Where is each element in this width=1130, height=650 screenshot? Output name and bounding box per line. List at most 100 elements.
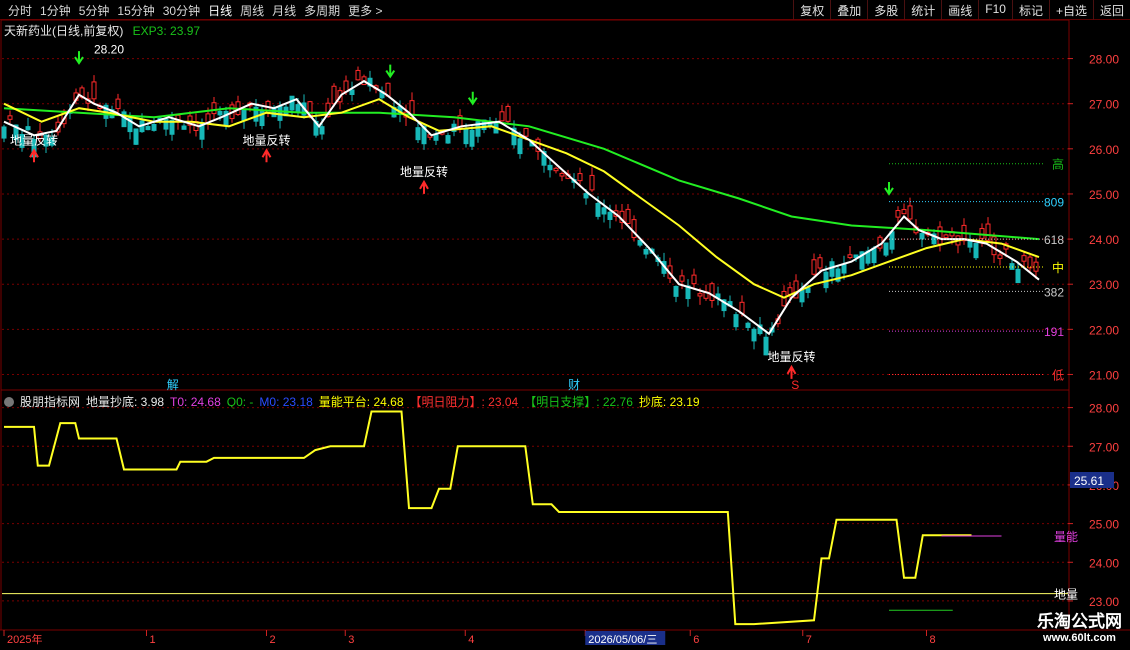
candle-body (907, 205, 913, 220)
candle-body (595, 202, 601, 217)
fib-label-1: 809 (1044, 196, 1064, 210)
candle-body (901, 209, 907, 215)
candle-body (625, 208, 631, 224)
candle-body (1, 126, 7, 139)
candle-body (673, 285, 679, 297)
candle-body (829, 261, 835, 277)
candle-body (7, 115, 13, 120)
fib-label-0: 高 (1052, 157, 1064, 172)
candle-body (985, 223, 991, 241)
candle-body (133, 128, 139, 145)
candle-body (559, 173, 565, 177)
fib-label-6: 低 (1052, 368, 1064, 382)
fib-label-2: 618 (1044, 233, 1064, 247)
candle-body (1021, 255, 1027, 262)
candle-body (583, 193, 589, 199)
candle-body (883, 242, 889, 256)
reversal-label-3: 地量反转 (767, 349, 815, 364)
candle-body (751, 328, 757, 342)
cursor-value: 25.61 (1074, 474, 1104, 488)
candle-body (973, 243, 979, 259)
candle-body (733, 314, 739, 328)
fib-label-4: 382 (1044, 285, 1064, 299)
event-cai: 财 (568, 378, 580, 392)
candle-body (181, 125, 187, 130)
candle-body (1015, 268, 1021, 284)
candle-body (1027, 256, 1033, 269)
candle-body (841, 263, 847, 274)
fib-label-3: 中 (1052, 260, 1064, 275)
candle-body (211, 102, 217, 115)
main-y-tick-label-3: 24.00 (1089, 233, 1119, 247)
candle-body (463, 128, 469, 145)
main-y-tick-label-1: 22.00 (1089, 323, 1119, 337)
main-y-tick-label-0: 21.00 (1089, 368, 1119, 382)
candle-body (697, 293, 703, 297)
candle-body (847, 254, 853, 259)
candle-body (415, 127, 421, 141)
candle-body (145, 126, 151, 131)
candle-body (499, 111, 505, 122)
candle-body (997, 254, 1003, 259)
candle-body (217, 110, 223, 116)
candle-body (577, 173, 583, 182)
candle-body (547, 164, 553, 171)
date-label-4: 4 (468, 634, 474, 646)
candle-body (25, 126, 31, 131)
sub-label-liangneng: 量能 (1054, 530, 1078, 544)
date-label-2: 2 (270, 634, 276, 646)
candle-body (349, 89, 355, 95)
candle-body (409, 100, 415, 116)
candle-body (355, 69, 361, 81)
candle-body (151, 124, 157, 131)
candle-body (271, 107, 277, 118)
candle-body (553, 167, 559, 172)
sell-arrow-2 (467, 91, 478, 106)
date-label-6: 6 (693, 634, 699, 646)
candle-body (823, 271, 829, 289)
sub-label-diliang: 地量 (1054, 588, 1078, 602)
date-label-3: 3 (348, 634, 354, 646)
candle-body (319, 126, 325, 135)
main-y-tick-label-5: 26.00 (1089, 143, 1119, 157)
candle-body (607, 211, 613, 220)
sub-y-tick-label-1: 24.00 (1089, 556, 1119, 570)
candle-body (919, 233, 925, 240)
candle-body (121, 111, 127, 128)
main-y-tick-label-7: 28.00 (1089, 53, 1119, 67)
candle-body (295, 104, 301, 113)
candle-body (895, 210, 901, 218)
candle-body (517, 138, 523, 155)
candle-body (589, 174, 595, 191)
sub-y-tick-label-2: 25.00 (1089, 518, 1119, 532)
candle-body (331, 85, 337, 105)
candle-body (871, 247, 877, 264)
candle-body (115, 98, 121, 110)
main-y-tick-label-2: 23.00 (1089, 278, 1119, 292)
candle-body (601, 207, 607, 215)
date-label-0: 2025年 (7, 632, 42, 646)
kline-chart-canvas[interactable]: 21.00 22.00 23.00 24.00 25.00 26.00 27.00 28.00… (0, 0, 1130, 650)
sell-arrow-3 (884, 181, 894, 196)
candle-body (967, 240, 973, 248)
candle-body (1009, 263, 1015, 270)
date-label-7: 7 (806, 634, 812, 646)
candle-body (505, 105, 511, 122)
reversal-label-0: 地量反转 (10, 132, 58, 147)
date-label-5: 2026/05/06/三 (588, 634, 657, 646)
fib-label-5: 191 (1044, 325, 1064, 339)
sub-y-tick-label-4: 27.00 (1089, 440, 1119, 454)
candle-body (817, 257, 823, 269)
candle-body (709, 283, 715, 301)
sell-arrow-0 (74, 51, 84, 65)
reversal-label-1: 地量反转 (242, 132, 290, 147)
main-y-tick-label-4: 25.00 (1089, 188, 1119, 202)
high-price-label: 28.20 (94, 43, 124, 57)
candle-body (811, 259, 817, 275)
candle-body (943, 234, 949, 239)
reversal-arrow-2 (419, 179, 429, 194)
s-marker: S (791, 378, 799, 392)
candle-body (679, 275, 685, 282)
sell-arrow-1 (385, 64, 396, 79)
candle-body (889, 231, 895, 250)
